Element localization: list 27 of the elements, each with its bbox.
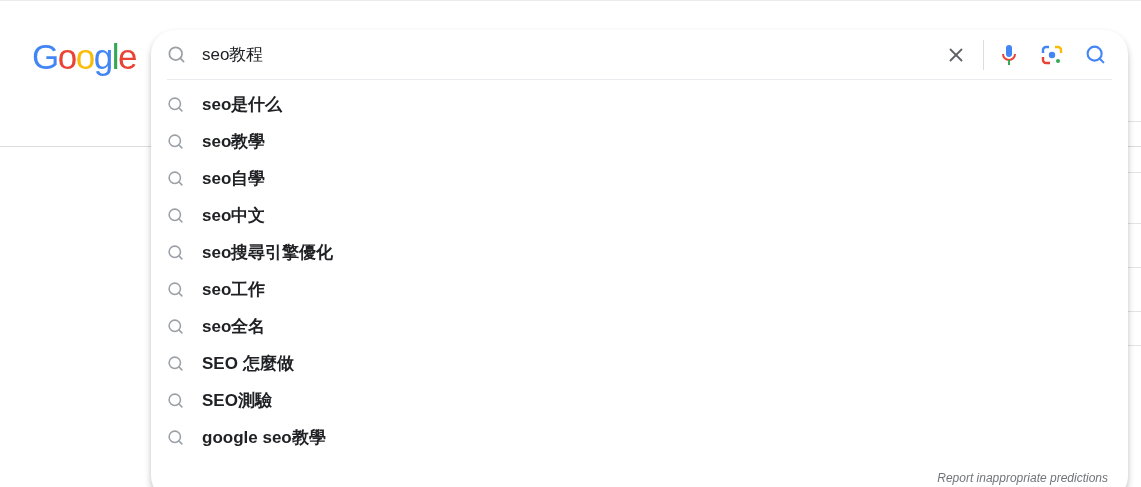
search-icon — [167, 207, 184, 224]
suggestion-item[interactable]: seo是什么 — [151, 86, 1128, 123]
search-icon — [1084, 44, 1106, 65]
suggestion-item[interactable]: seo全名 — [151, 308, 1128, 345]
search-icon — [167, 170, 184, 187]
search-icon — [167, 45, 186, 64]
search-field[interactable]: seo教程 — [202, 43, 943, 66]
suggestion-item[interactable]: google seo教學 — [151, 419, 1128, 456]
camera-icon — [1041, 43, 1063, 66]
microphone-icon — [1001, 43, 1017, 66]
suggestion-item[interactable]: seo自學 — [151, 160, 1128, 197]
search-icon — [167, 133, 184, 150]
suggestion-item[interactable]: seo搜尋引擎優化 — [151, 234, 1128, 271]
search-icon — [167, 244, 184, 261]
search-icon — [167, 392, 184, 409]
search-icon — [167, 281, 184, 298]
search-icon — [167, 318, 184, 335]
suggestion-item[interactable]: seo工作 — [151, 271, 1128, 308]
suggestion-item[interactable]: SEO測驗 — [151, 382, 1128, 419]
search-icon — [167, 429, 184, 446]
suggestion-item[interactable]: SEO 怎麼做 — [151, 345, 1128, 382]
suggestion-item[interactable]: seo中文 — [151, 197, 1128, 234]
report-link[interactable]: Report inappropriate predictions — [937, 471, 1108, 485]
google-logo[interactable]: Google — [32, 39, 136, 74]
suggestion-item[interactable]: seo教學 — [151, 123, 1128, 160]
search-icon — [167, 355, 184, 372]
search-icon — [167, 96, 184, 113]
